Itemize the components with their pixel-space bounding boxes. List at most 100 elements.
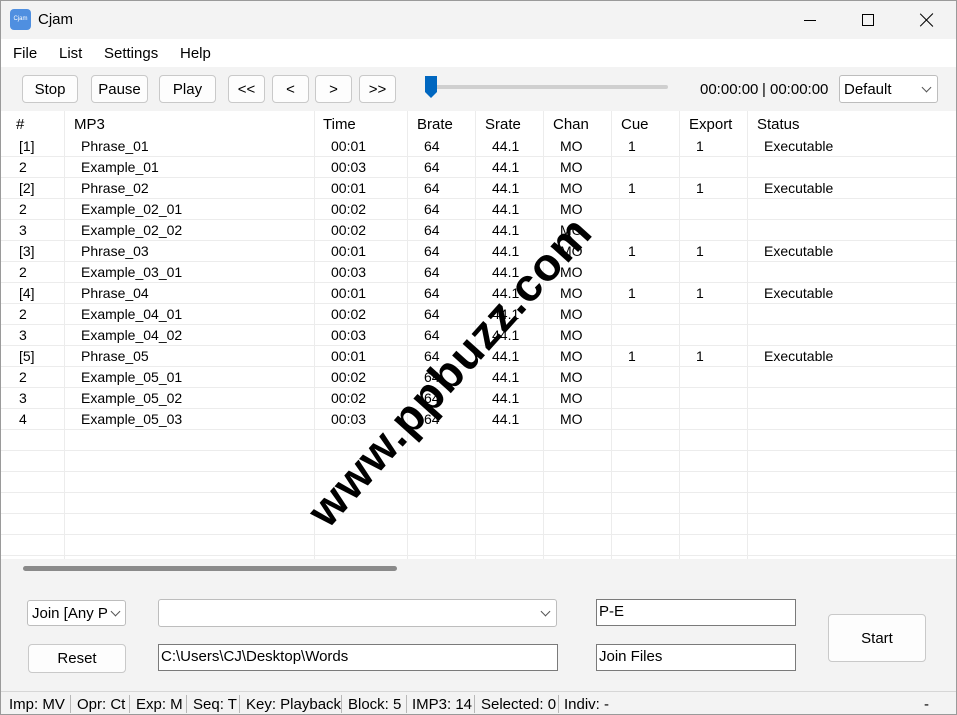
empty-row [1, 430, 956, 451]
cell-export: 1 [696, 180, 704, 196]
menu-settings[interactable]: Settings [104, 45, 158, 62]
menu-list[interactable]: List [59, 45, 82, 62]
cell-time: 00:02 [331, 201, 367, 217]
output-name-value: Join Files [599, 648, 663, 665]
play-button[interactable]: Play [159, 75, 216, 103]
menu-help[interactable]: Help [180, 45, 211, 62]
folder-path-input[interactable]: C:\Users\CJ\Desktop\Words [158, 644, 558, 671]
cell-num: [2] [19, 180, 35, 196]
table-row[interactable]: 2 Example_02_01 00:02 64 44.1 MO [1, 199, 956, 220]
col-header-brate[interactable]: Brate [417, 116, 453, 133]
minimize-button[interactable] [781, 1, 839, 39]
cell-chan: MO [560, 411, 583, 427]
cell-time: 00:01 [331, 285, 367, 301]
cell-srate: 44.1 [492, 222, 520, 238]
cell-mp3: Example_05_01 [81, 369, 183, 385]
table-row[interactable]: [3] Phrase_03 00:01 64 44.1 MO 1 1 Executable [1, 241, 956, 262]
table-row[interactable]: 4 Example_05_03 00:03 64 44.1 MO [1, 409, 956, 430]
cell-chan: MO [560, 348, 583, 364]
maximize-icon [862, 14, 874, 26]
start-button[interactable]: Start [828, 614, 926, 662]
cell-brate: 64 [424, 264, 440, 280]
col-header-export[interactable]: Export [689, 116, 732, 133]
cell-cue: 1 [628, 243, 636, 259]
table-row[interactable]: [1] Phrase_01 00:01 64 44.1 MO 1 1 Executable [1, 136, 956, 157]
empty-row [1, 493, 956, 514]
skip-forward-button[interactable]: >> [359, 75, 396, 103]
status-opr: Opr: Ct [77, 696, 126, 713]
cell-brate: 64 [424, 222, 440, 238]
cell-srate: 44.1 [492, 390, 520, 406]
cell-num: [1] [19, 138, 35, 154]
cell-cue: 1 [628, 180, 636, 196]
reset-button[interactable]: Reset [28, 644, 126, 673]
col-header-status[interactable]: Status [757, 116, 800, 133]
cell-mp3: Phrase_05 [81, 348, 149, 364]
seek-slider-thumb[interactable] [424, 75, 438, 99]
cell-time: 00:02 [331, 369, 367, 385]
table-row[interactable]: 3 Example_05_02 00:02 64 44.1 MO [1, 388, 956, 409]
cell-brate: 64 [424, 138, 440, 154]
status-separator [558, 695, 559, 713]
profile-dropdown[interactable]: Default [839, 75, 938, 103]
table-row[interactable]: 2 Example_03_01 00:03 64 44.1 MO [1, 262, 956, 283]
cell-num: 3 [19, 327, 27, 343]
mp3-list-table[interactable]: # MP3 Time Brate Srate Chan Cue Export S… [1, 111, 956, 559]
table-row[interactable]: [2] Phrase_02 00:01 64 44.1 MO 1 1 Executable [1, 178, 956, 199]
minimize-icon [804, 19, 816, 21]
table-row[interactable]: 2 Example_01 00:03 64 44.1 MO [1, 157, 956, 178]
join-mode-value: Join [Any P [32, 605, 108, 622]
time-separator: | [762, 81, 766, 98]
current-time: 00:00:00 [700, 81, 759, 98]
cell-mp3: Example_04_02 [81, 327, 183, 343]
col-header-chan[interactable]: Chan [553, 116, 589, 133]
status-imp3: IMP3: 14 [412, 696, 473, 713]
cell-num: 2 [19, 306, 27, 322]
pause-button[interactable]: Pause [91, 75, 148, 103]
output-name-input[interactable]: Join Files [596, 644, 796, 671]
cell-mp3: Phrase_04 [81, 285, 149, 301]
cell-srate: 44.1 [492, 159, 520, 175]
cell-num: [4] [19, 285, 35, 301]
pattern-input[interactable]: P-E [596, 599, 796, 626]
col-header-num[interactable]: # [16, 116, 24, 133]
join-mode-dropdown[interactable]: Join [Any P [27, 600, 126, 626]
prev-button[interactable]: < [272, 75, 309, 103]
cell-chan: MO [560, 390, 583, 406]
cell-srate: 44.1 [492, 369, 520, 385]
col-header-time[interactable]: Time [323, 116, 356, 133]
status-key: Key: Playback [246, 696, 342, 713]
cell-srate: 44.1 [492, 180, 520, 196]
col-header-mp3[interactable]: MP3 [74, 116, 105, 133]
empty-row [1, 514, 956, 535]
status-exp: Exp: M [136, 696, 183, 713]
cell-brate: 64 [424, 180, 440, 196]
status-separator [129, 695, 130, 713]
status-indiv: Indiv: - [564, 696, 610, 713]
maximize-button[interactable] [839, 1, 897, 39]
cell-status: Executable [764, 138, 834, 154]
file-combo[interactable] [158, 599, 557, 627]
cell-status: Executable [764, 285, 834, 301]
status-separator [406, 695, 407, 713]
cell-num: [3] [19, 243, 35, 259]
cell-cue: 1 [628, 348, 636, 364]
status-block: Block: 5 [348, 696, 402, 713]
cell-num: 4 [19, 411, 27, 427]
menu-file[interactable]: File [13, 45, 37, 62]
cell-time: 00:01 [331, 348, 367, 364]
table-row[interactable]: 3 Example_02_02 00:02 64 44.1 MO [1, 220, 956, 241]
folder-path-value: C:\Users\CJ\Desktop\Words [161, 648, 349, 665]
col-header-cue[interactable]: Cue [621, 116, 649, 133]
close-button[interactable] [898, 1, 956, 39]
next-button[interactable]: > [315, 75, 352, 103]
seek-slider-track[interactable] [432, 85, 668, 89]
skip-back-button[interactable]: << [228, 75, 265, 103]
cell-mp3: Phrase_03 [81, 243, 149, 259]
stop-button[interactable]: Stop [22, 75, 78, 103]
cell-chan: MO [560, 285, 583, 301]
col-header-srate[interactable]: Srate [485, 116, 521, 133]
cell-mp3: Example_04_01 [81, 306, 183, 322]
horizontal-scrollbar[interactable] [23, 566, 397, 571]
cell-export: 1 [696, 138, 704, 154]
